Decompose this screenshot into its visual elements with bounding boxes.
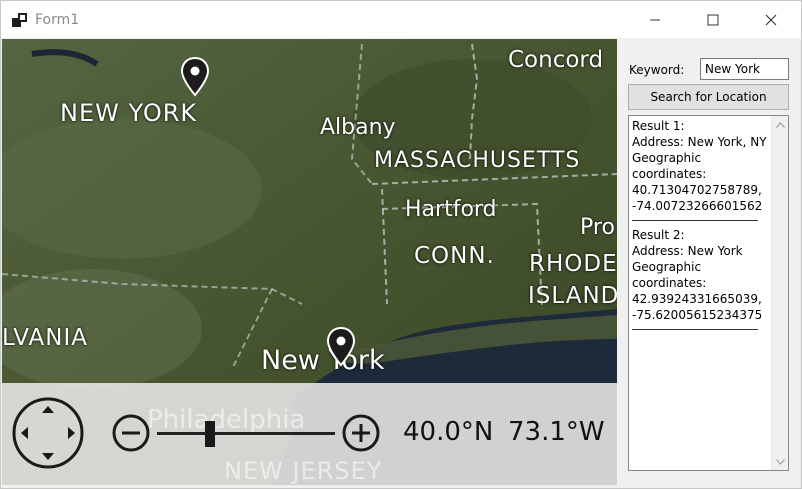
result-latitude: 40.71304702758789, [632,183,762,197]
label-new-york-city: New York [261,345,385,376]
result-longitude: -74.00723266601562 [632,199,763,213]
keyword-input[interactable]: New York [700,58,789,80]
map-view[interactable]: Concord NEW YORK Albany MASSACHUSETTS Ha… [2,39,617,485]
map-navigation-bar: Philadelphia NEW JERSEY 40.0°N 73.1°W [2,383,617,485]
label-philadelphia: Philadelphia [147,405,306,435]
maximize-button[interactable] [684,1,742,38]
label-new-york-state: NEW YORK [60,99,198,127]
app-window: Form1 Concord NEW YORK Albany MASSACHUSE… [0,0,802,489]
result-geo-label: Geographic [632,151,702,165]
longitude-readout: 73.1°W [508,417,605,447]
result-latitude: 42.93924331665039, [632,292,762,306]
search-panel: Keyword: New York Search for Location Re… [618,39,801,488]
map-pin-icon[interactable] [180,57,210,97]
result-separator [632,329,758,330]
scroll-down-button[interactable] [772,453,788,470]
zoom-slider-track[interactable] [157,432,335,435]
pan-control-icon[interactable] [11,396,85,470]
label-hartford: Hartford [405,197,497,222]
minimize-button[interactable] [626,1,684,38]
latitude-readout: 40.0°N [403,417,494,447]
label-albany: Albany [320,115,396,140]
search-location-button[interactable]: Search for Location [628,84,789,110]
results-scrollbar[interactable] [771,116,788,470]
result-geo-label: coordinates: [632,276,707,290]
minimize-icon [650,19,660,20]
window-title: Form1 [35,12,80,28]
result-address: Address: New York [632,244,743,258]
result-address: Address: New York, NY [632,135,767,149]
label-massachusetts: MASSACHUSETTS [374,148,581,173]
title-bar[interactable]: Form1 [1,1,801,38]
result-longitude: -75.62005615234375 [632,308,763,322]
result-separator [632,220,758,221]
map-pin-icon[interactable] [326,327,356,367]
app-form-icon [12,12,28,28]
result-title: Result 1: [632,119,685,133]
chevron-up-icon [776,121,785,128]
keyword-label: Keyword: [629,63,685,77]
label-providence: Pro [580,215,615,240]
label-conn: CONN. [414,243,495,269]
result-geo-label: coordinates: [632,167,707,181]
zoom-in-icon[interactable] [341,413,381,453]
label-new-jersey: NEW JERSEY [224,457,383,485]
label-rhode: RHODE [529,251,617,277]
zoom-out-icon[interactable] [111,413,151,453]
results-textbox[interactable]: Result 1: Address: New York, NY Geograph… [628,115,789,471]
result-title: Result 2: [632,228,685,242]
chevron-down-icon [776,458,785,465]
results-content: Result 1: Address: New York, NY Geograph… [632,118,769,336]
scroll-up-button[interactable] [772,116,788,133]
label-concord: Concord [508,47,604,73]
zoom-slider-thumb[interactable] [205,421,216,447]
maximize-icon [707,14,719,25]
label-pennsylvania: LVANIA [2,325,89,351]
label-island: ISLAND [528,283,617,309]
close-icon [765,14,777,25]
close-button[interactable] [742,1,800,38]
result-geo-label: Geographic [632,260,702,274]
